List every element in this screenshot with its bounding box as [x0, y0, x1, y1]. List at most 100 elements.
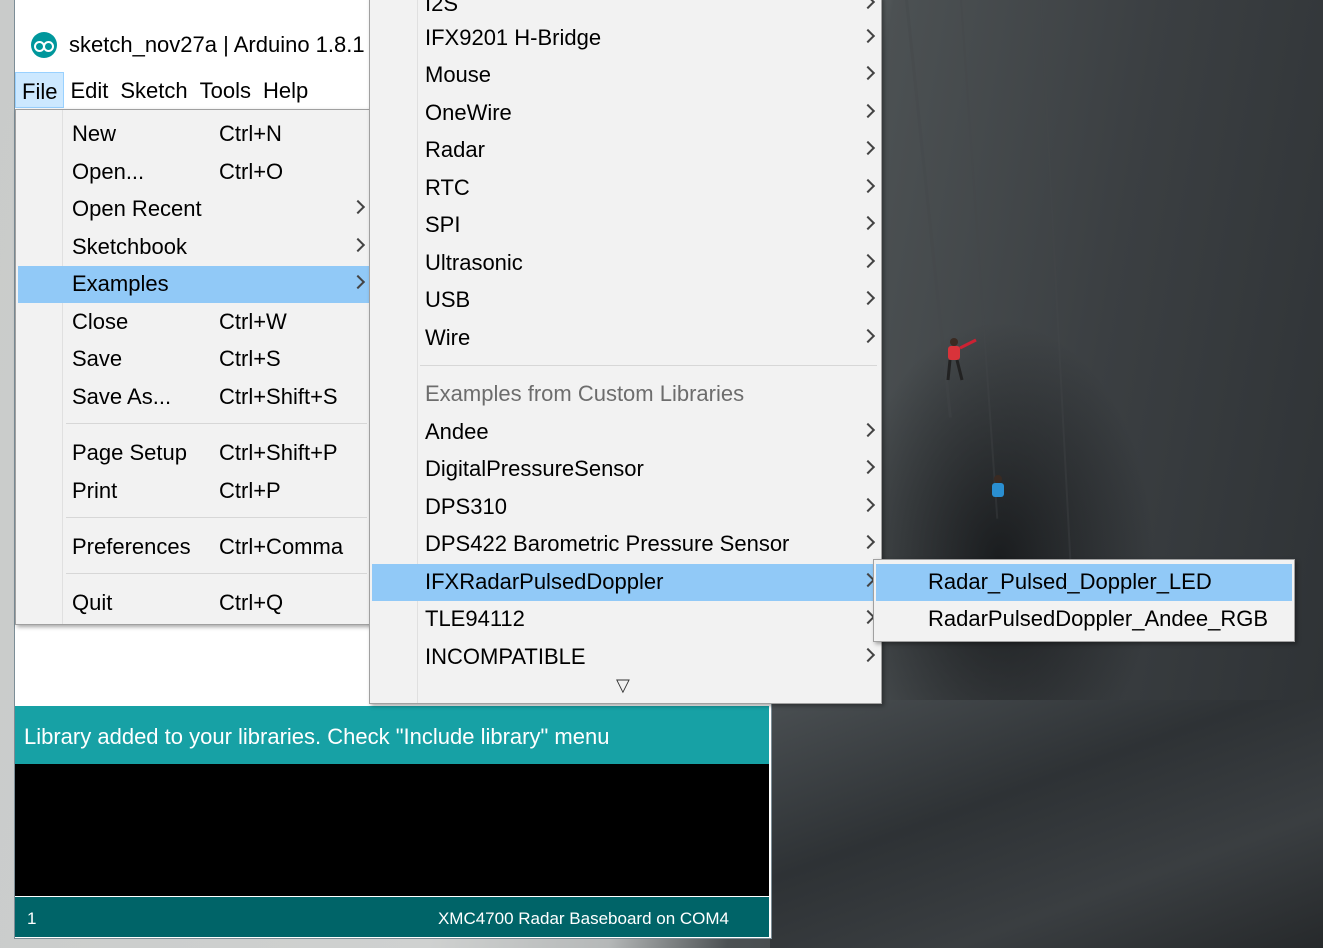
menu-item-label: DPS310: [425, 494, 507, 519]
menu-item-label: Wire: [425, 325, 471, 350]
custom-libraries-header: Examples from Custom Libraries: [372, 376, 879, 413]
chevron-right-icon: [860, 253, 876, 269]
menu-item-shortcut: Ctrl+N: [219, 121, 282, 146]
examples-item-digital-pressure-sensor[interactable]: DigitalPressureSensor: [372, 451, 879, 488]
file-menu-examples[interactable]: Examples: [18, 266, 369, 303]
menu-file[interactable]: File: [15, 72, 65, 108]
chevron-right-icon: [860, 497, 876, 513]
examples-item-ultrasonic[interactable]: Ultrasonic: [372, 245, 879, 282]
chevron-right-icon: [860, 459, 876, 475]
examples-menu: I2S IFX9201 H-Bridge Mouse OneWire Radar…: [369, 0, 882, 704]
menu-item-label: SPI: [425, 212, 461, 237]
file-menu-open-recent[interactable]: Open Recent: [18, 191, 369, 228]
file-menu-quit[interactable]: Quit Ctrl+Q: [18, 585, 369, 622]
chevron-right-icon: [860, 178, 876, 194]
examples-item-wire[interactable]: Wire: [372, 320, 879, 357]
menu-item-label: Radar: [425, 137, 485, 162]
file-menu-close[interactable]: Close Ctrl+W: [18, 304, 369, 341]
menu-item-label: Save As...: [72, 384, 172, 409]
menu-item-label: Page Setup: [72, 440, 187, 465]
examples-item-onewire[interactable]: OneWire: [372, 95, 879, 132]
menu-item-label: RadarPulsedDoppler_Andee_RGB: [928, 606, 1268, 631]
menu-separator: [66, 517, 367, 518]
file-menu-print[interactable]: Print Ctrl+P: [18, 473, 369, 510]
examples-item-ifx9201[interactable]: IFX9201 H-Bridge: [372, 20, 879, 57]
file-menu-new[interactable]: New Ctrl+N: [18, 116, 369, 153]
examples-item-dps310[interactable]: DPS310: [372, 489, 879, 526]
menu-item-label: Quit: [72, 590, 113, 615]
chevron-right-icon: [350, 199, 366, 215]
menu-item-shortcut: Ctrl+Shift+P: [219, 440, 338, 465]
menu-item-label: Save: [72, 346, 123, 371]
menu-section-label: Examples from Custom Libraries: [425, 381, 745, 406]
menu-edit[interactable]: Edit: [64, 72, 114, 108]
menu-item-label: USB: [425, 287, 471, 312]
menu-item-label: Close: [72, 309, 129, 334]
menu-item-label: Andee: [425, 419, 489, 444]
examples-item-mouse[interactable]: Mouse: [372, 57, 879, 94]
menu-item-label: DigitalPressureSensor: [425, 456, 644, 481]
status-message: Library added to your libraries. Check "…: [15, 706, 769, 764]
menu-item-shortcut: Ctrl+P: [219, 478, 281, 503]
menu-item-shortcut: Ctrl+Shift+S: [219, 384, 338, 409]
chevron-right-icon: [860, 65, 876, 81]
menu-item-shortcut: Ctrl+Comma: [219, 534, 344, 559]
menu-item-label: Open...: [72, 159, 145, 184]
chevron-right-icon: [350, 237, 366, 253]
chevron-right-icon: [860, 0, 876, 10]
chevron-right-icon: [860, 290, 876, 306]
menu-item-label: Ultrasonic: [425, 250, 523, 275]
scroll-down-arrow-icon[interactable]: ▽: [616, 675, 630, 696]
examples-item-tle94112[interactable]: TLE94112: [372, 601, 879, 638]
arduino-logo-icon: [31, 32, 57, 58]
file-menu-save[interactable]: Save Ctrl+S: [18, 341, 369, 378]
menu-item-label: TLE94112: [425, 606, 525, 631]
menu-item-shortcut: Ctrl+Q: [219, 590, 284, 615]
cliff-shadow: [770, 700, 1323, 948]
climber-blue: [988, 474, 1010, 507]
file-menu-save-as[interactable]: Save As... Ctrl+Shift+S: [18, 379, 369, 416]
examples-item-incompatible[interactable]: INCOMPATIBLE: [372, 639, 879, 676]
file-menu-page-setup[interactable]: Page Setup Ctrl+Shift+P: [18, 435, 369, 472]
examples-item-rtc[interactable]: RTC: [372, 170, 879, 207]
menu-item-shortcut: Ctrl+W: [219, 309, 287, 334]
board-port-info: XMC4700 Radar Baseboard on COM4: [437, 909, 729, 928]
menu-separator: [66, 573, 367, 574]
menu-item-label: Examples: [72, 271, 169, 296]
menu-item-label: INCOMPATIBLE: [425, 644, 586, 669]
chevron-right-icon: [860, 534, 876, 550]
examples-item-usb[interactable]: USB: [372, 282, 879, 319]
file-menu-sketchbook[interactable]: Sketchbook: [18, 229, 369, 266]
menu-item-label: New: [72, 121, 117, 146]
examples-item-andee[interactable]: Andee: [372, 414, 879, 451]
menu-item-label: OneWire: [425, 100, 512, 125]
examples-item-dps422[interactable]: DPS422 Barometric Pressure Sensor: [372, 526, 879, 563]
submenu-item-radar-pulsed-doppler-led[interactable]: Radar_Pulsed_Doppler_LED: [876, 564, 1292, 601]
menu-item-label: Mouse: [425, 62, 492, 87]
menu-item-label: Print: [72, 478, 118, 503]
menu-separator: [420, 365, 877, 366]
menu-help[interactable]: Help: [257, 72, 314, 108]
menu-tools[interactable]: Tools: [194, 72, 257, 108]
chevron-right-icon: [860, 647, 876, 663]
submenu-item-andee-rgb[interactable]: RadarPulsedDoppler_Andee_RGB: [876, 601, 1292, 638]
console-output[interactable]: [15, 764, 769, 896]
menu-item-label: IFXRadarPulsedDoppler: [425, 569, 664, 594]
file-menu-open[interactable]: Open... Ctrl+O: [18, 154, 369, 191]
menu-item-label: Open Recent: [72, 196, 202, 221]
examples-item-ifx-radar-pulsed-doppler[interactable]: IFXRadarPulsedDoppler: [372, 564, 879, 601]
chevron-right-icon: [860, 215, 876, 231]
chevron-right-icon: [860, 28, 876, 44]
menu-separator: [66, 423, 367, 424]
climber-red: [942, 336, 982, 397]
file-menu-preferences[interactable]: Preferences Ctrl+Comma: [18, 529, 369, 566]
menu-item-label: IFX9201 H-Bridge: [425, 25, 602, 50]
chevron-right-icon: [860, 422, 876, 438]
menu-item-label: Preferences: [72, 534, 191, 559]
examples-item-radar[interactable]: Radar: [372, 132, 879, 169]
radar-examples-submenu: Radar_Pulsed_Doppler_LED RadarPulsedDopp…: [873, 559, 1295, 642]
examples-item-spi[interactable]: SPI: [372, 207, 879, 244]
chevron-right-icon: [860, 140, 876, 156]
menu-sketch[interactable]: Sketch: [114, 72, 193, 108]
line-number: 1: [27, 909, 37, 928]
